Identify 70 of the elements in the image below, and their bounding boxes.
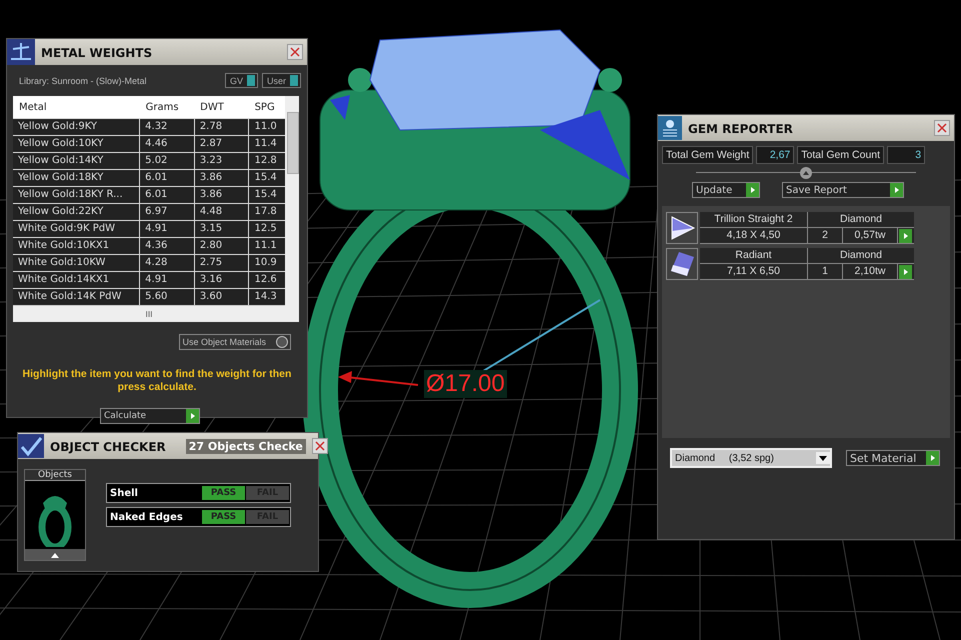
library-label: Library: Sunroom - (Slow)-Metal (19, 76, 147, 86)
table-cell-text: 14.3 (253, 290, 278, 304)
close-button[interactable] (287, 44, 303, 60)
table-cell-text: 17.8 (253, 205, 278, 219)
scroll-up-button[interactable] (25, 549, 85, 560)
gem-material: Diamond (808, 248, 914, 263)
column-header[interactable]: DWT (194, 102, 249, 112)
pass-indicator: PASS (202, 510, 245, 524)
gem-material: Diamond (808, 212, 914, 227)
total-count-label: Total Gem Count (797, 146, 884, 164)
check-name: Naked Edges (109, 512, 184, 522)
panel-title: METAL WEIGHTS (41, 45, 154, 60)
check-name: Shell (109, 488, 139, 498)
play-button[interactable] (898, 228, 914, 243)
caret-up-icon (51, 552, 59, 558)
table-cell-text: 10.9 (253, 256, 278, 270)
table-cell-text: 11.4 (253, 137, 278, 151)
close-icon (937, 123, 947, 133)
gem-weight: 2,10tw (843, 264, 897, 279)
column-header[interactable]: Grams (140, 102, 194, 112)
gem-count: 2 (808, 228, 842, 243)
table-cell-text: 15.4 (253, 188, 278, 202)
total-weight-value: 2,67 (756, 146, 794, 164)
play-icon (890, 183, 903, 197)
play-button[interactable] (898, 264, 914, 279)
column-header[interactable]: Metal (13, 102, 140, 112)
horizontal-scrollbar[interactable]: III (13, 305, 285, 322)
table-cell-text: 12.5 (253, 222, 278, 236)
gem-name: Trillion Straight 2 (700, 212, 807, 227)
report-button[interactable]: Save Report (782, 182, 904, 198)
gem-count: 1 (808, 264, 842, 279)
close-icon (314, 441, 325, 451)
report-button[interactable]: Update (692, 182, 760, 198)
total-count-value: 3 (887, 146, 926, 164)
column-header[interactable]: SPG (248, 102, 285, 112)
table-cell-text: 12.6 (253, 273, 278, 287)
gem-name: Radiant (700, 248, 807, 263)
table-cell-text: 11.1 (253, 239, 278, 253)
total-weight-label: Total Gem Weight (662, 146, 754, 164)
objects-label: Objects (25, 470, 85, 481)
pass-indicator: PASS (202, 486, 245, 500)
gem-size: 4,18 X 4,50 (700, 228, 807, 243)
checkmark-icon (18, 434, 44, 458)
close-button[interactable] (312, 438, 328, 454)
diameter-label: Ø17.00 (424, 370, 507, 398)
material-dropdown[interactable]: Diamond (3,52 spg) (670, 448, 832, 468)
triangle-gem-icon (666, 212, 698, 244)
toggle-button[interactable]: GV (224, 73, 258, 88)
toggle-button[interactable]: User (262, 73, 301, 88)
play-icon (746, 183, 759, 197)
panel-title: GEM REPORTER (688, 121, 794, 136)
set-material-button[interactable]: Set Material (846, 450, 940, 466)
report-icon (658, 116, 682, 140)
close-icon (290, 47, 300, 57)
objects-checked-status: 27 Objects Checke (186, 438, 306, 454)
play-icon (926, 451, 939, 465)
table-cell-text: 11.0 (253, 120, 278, 134)
use-object-materials-toggle[interactable]: Use Object Materials (179, 334, 291, 350)
vertical-scrollbar[interactable] (285, 96, 299, 322)
calculate-button[interactable]: Calculate (100, 408, 200, 424)
panel-title: OBJECT CHECKER (50, 439, 167, 454)
play-icon (186, 409, 199, 423)
instruction-text: Highlight the item you want to find the weight for then press calculate. (22, 368, 292, 394)
table-cell-text: 12.8 (253, 154, 278, 168)
collapse-handle[interactable] (800, 166, 812, 178)
table-cell-text: 15.4 (253, 171, 278, 185)
gem-size: 7,11 X 6,50 (700, 264, 807, 279)
square-gem-icon (666, 248, 698, 280)
gem-weight: 0,57tw (843, 228, 897, 243)
close-button[interactable] (934, 120, 950, 136)
